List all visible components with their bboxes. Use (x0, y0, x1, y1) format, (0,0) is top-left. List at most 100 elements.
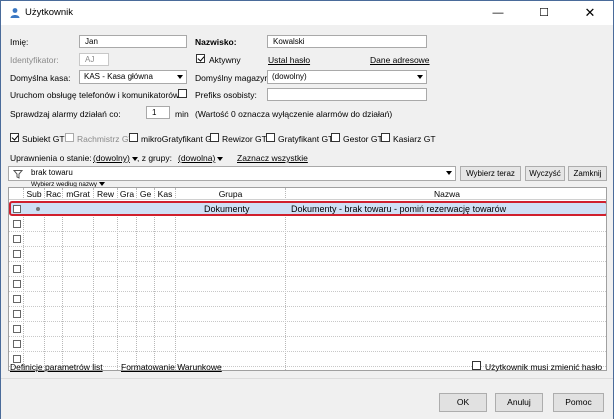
prefiks-input[interactable] (267, 88, 427, 101)
identyfikator-input: AJ (79, 53, 109, 66)
definicje-link[interactable]: Definicje parametrów list (10, 362, 103, 372)
table-row[interactable] (9, 337, 606, 352)
column-header[interactable]: Sub (25, 189, 43, 199)
minimize-icon[interactable]: — (475, 1, 521, 25)
table-row[interactable] (9, 247, 606, 262)
table-row[interactable] (9, 322, 606, 337)
kasa-select-value: KAS - Kasa główna (84, 72, 153, 81)
title-bar[interactable]: Użytkownik — ☐ ✕ (1, 1, 613, 25)
table-row[interactable] (9, 262, 606, 277)
window-title: Użytkownik (25, 7, 74, 18)
table-row[interactable]: Dokumenty Dokumenty - brak towaru - pomi… (9, 201, 606, 216)
row-checkbox[interactable] (13, 220, 21, 228)
close-icon[interactable]: ✕ (567, 1, 613, 25)
module-rachmistrz-label: Rachmistrz GT (77, 134, 134, 144)
user-app-icon (10, 8, 20, 18)
search-value: brak towaru (31, 168, 73, 177)
module-subiekt-label: Subiekt GT (22, 134, 65, 144)
pomoc-button[interactable]: Pomoc (553, 393, 604, 412)
search-combo[interactable]: brak towaru (8, 166, 456, 181)
row-grupa-cell: Dokumenty (204, 204, 250, 214)
alarmy-input[interactable]: 1 (146, 106, 170, 119)
imie-input[interactable]: Jan (79, 35, 187, 48)
zmien-haslo-checkbox[interactable] (472, 361, 481, 370)
anuluj-button[interactable]: Anuluj (495, 393, 543, 412)
module-rachmistrz-checkbox (65, 133, 74, 142)
formatowanie-link[interactable]: Formatowanie Warunkowe (121, 362, 222, 372)
magazyn-select-value: (dowolny) (272, 72, 307, 81)
row-checkbox[interactable] (13, 325, 21, 333)
row-checkbox[interactable] (13, 250, 21, 258)
grupa-label: , z grupy: (137, 153, 172, 163)
magazyn-label: Domyślny magazyn: (195, 73, 272, 83)
kasa-label: Domyślna kasa: (10, 73, 71, 83)
module-gratyfikant-label: Gratyfikant GT (278, 134, 334, 144)
module-kasiarz-label: Kasiarz GT (393, 134, 436, 144)
column-header[interactable]: Ge (137, 189, 154, 199)
row-checkbox[interactable] (13, 280, 21, 288)
row-nazwa-cell: Dokumenty - brak towaru - pomiń rezerwac… (291, 204, 507, 214)
module-kasiarz-checkbox[interactable] (381, 133, 390, 142)
module-rewizor-checkbox[interactable] (210, 133, 219, 142)
chevron-down-icon (217, 156, 224, 161)
kasa-select[interactable]: KAS - Kasa główna (79, 70, 187, 84)
dane-adresowe-link[interactable]: Dane adresowe (370, 55, 430, 65)
chevron-down-icon (99, 182, 106, 187)
module-gratyfikant-checkbox[interactable] (266, 133, 275, 142)
alarmy-hint: (Wartość 0 oznacza wyłączenie alarmów do… (195, 109, 393, 119)
alarmy-unit: min (175, 109, 189, 119)
alarmy-label: Sprawdzaj alarmy działań co: (10, 109, 121, 119)
aktywny-checkbox[interactable] (196, 54, 205, 63)
module-gestor-checkbox[interactable] (331, 133, 340, 142)
stan-value: (dowolny) (93, 153, 130, 163)
chevron-down-icon (446, 171, 452, 175)
row-checkbox[interactable] (13, 235, 21, 243)
grupa-value: (dowolna) (178, 153, 216, 163)
table-row[interactable] (9, 217, 606, 232)
permissions-grid: Sub Rac mGrat Rew Gra Ge Kas Grupa Nazwa… (8, 187, 607, 371)
column-header[interactable]: Gra (118, 189, 136, 199)
column-header[interactable]: mGrat (63, 189, 93, 199)
ustal-haslo-link[interactable]: Ustal hasło (268, 55, 310, 65)
magazyn-select[interactable]: (dowolny) (267, 70, 427, 84)
module-mikrogratyfikant-checkbox[interactable] (129, 133, 138, 142)
ok-button[interactable]: OK (439, 393, 487, 412)
telefon-label: Uruchom obsługę telefonów i komunikatoró… (10, 90, 180, 100)
table-row[interactable] (9, 277, 606, 292)
prefiks-label: Prefiks osobisty: (195, 90, 257, 100)
row-checkbox[interactable] (13, 310, 21, 318)
grid-header: Sub Rac mGrat Rew Gra Ge Kas Grupa Nazwa (9, 188, 606, 200)
module-mikrogratyfikant-label: mikroGratyfikant GT (141, 134, 218, 144)
zmien-haslo-label: Użytkownik musi zmienić hasło (485, 362, 603, 372)
module-gestor-label: Gestor GT (343, 134, 383, 144)
module-rewizor-label: Rewizor GT (222, 134, 267, 144)
column-header[interactable]: Kas (155, 189, 175, 199)
stan-dropdown[interactable]: (dowolny) (93, 153, 138, 163)
zamknij-button[interactable]: Zamknij (568, 166, 607, 181)
grupa-dropdown[interactable]: (dowolna) (178, 153, 224, 163)
column-header[interactable]: Nazwa (286, 189, 606, 199)
column-header[interactable]: Grupa (176, 189, 285, 199)
module-subiekt-checkbox[interactable] (10, 133, 19, 142)
aktywny-label: Aktywny (209, 55, 241, 65)
user-dialog-window: Użytkownik — ☐ ✕ Imię: Jan Nazwisko: Kow… (0, 0, 614, 419)
table-row[interactable] (9, 292, 606, 307)
identyfikator-label: Identyfikator: (10, 55, 59, 65)
table-row[interactable] (9, 232, 606, 247)
zaznacz-wszystkie-link[interactable]: Zaznacz wszystkie (237, 153, 308, 163)
row-checkbox[interactable] (13, 205, 21, 213)
nazwisko-input[interactable]: Kowalski (267, 35, 427, 48)
row-checkbox[interactable] (13, 340, 21, 348)
column-header[interactable]: Rew (94, 189, 117, 199)
maximize-icon[interactable]: ☐ (521, 1, 567, 25)
telefon-checkbox[interactable] (178, 89, 187, 98)
row-checkbox[interactable] (13, 295, 21, 303)
dialog-footer: OK Anuluj Pomoc (1, 378, 613, 419)
table-row[interactable] (9, 307, 606, 322)
row-checkbox[interactable] (13, 265, 21, 273)
wyczysc-button[interactable]: Wyczyść (525, 166, 565, 181)
column-header[interactable]: Rac (45, 189, 62, 199)
nazwisko-label: Nazwisko: (195, 37, 237, 47)
uprawnienia-label: Uprawnienia o stanie: (10, 153, 92, 163)
wybierz-teraz-button[interactable]: Wybierz teraz (460, 166, 521, 181)
